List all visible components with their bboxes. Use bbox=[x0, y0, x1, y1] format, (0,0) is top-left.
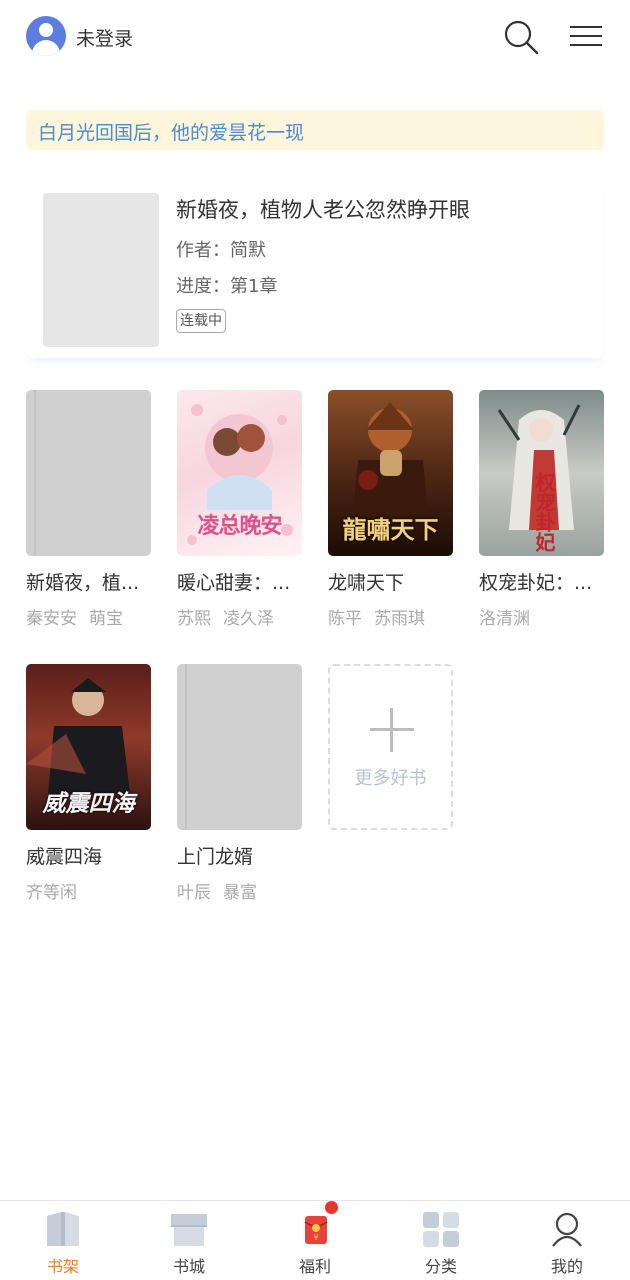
book-tag: 凌久泽 bbox=[223, 609, 274, 629]
recent-book-progress: 进度：第1章 bbox=[176, 276, 278, 297]
recent-book-author: 作者：简默 bbox=[176, 240, 266, 261]
book-title: 权宠卦妃：... bbox=[479, 572, 593, 594]
tab-mine[interactable]: 我的 bbox=[504, 1201, 630, 1280]
book-cover-title: 龍嘯天下 bbox=[342, 515, 439, 544]
announcement-banner[interactable]: 白月光回国后，他的爱昙花一现 bbox=[26, 110, 604, 150]
book-tag: 洛清渊 bbox=[479, 609, 530, 629]
book-tags: 洛清渊 bbox=[479, 604, 619, 629]
search-icon[interactable] bbox=[500, 16, 542, 58]
banner-text: 白月光回国后，他的爱昙花一现 bbox=[38, 122, 305, 144]
book-tags: 叶辰 暴富 bbox=[177, 878, 317, 903]
bookstore-icon bbox=[169, 1210, 209, 1248]
book-tag: 叶辰 bbox=[177, 883, 211, 903]
book-cover-image: 凌总晚安 bbox=[177, 390, 302, 556]
book-cover-placeholder bbox=[26, 390, 151, 556]
more-books-label: 更多好书 bbox=[354, 768, 427, 789]
book-tag: 苏熙 bbox=[177, 609, 211, 629]
book-tags: 陈平 苏雨琪 bbox=[328, 604, 468, 629]
tab-welfare[interactable]: ¥ 福利 bbox=[252, 1201, 378, 1280]
recent-reading-card[interactable]: 新婚夜，植物人老公忽然睁开眼 作者：简默 进度：第1章 连载中 bbox=[26, 174, 604, 358]
book-cover-title: 凌总晚安 bbox=[197, 513, 282, 539]
tab-bookshelf[interactable]: 书架 bbox=[0, 1201, 126, 1280]
bottom-tab-bar: 书架 书城 ¥ 福利 分类 我的 bbox=[0, 1200, 630, 1280]
book-tags: 齐等闲 bbox=[26, 878, 166, 903]
book-cover-image: 龍嘯天下 bbox=[328, 390, 453, 556]
tab-label: 分类 bbox=[424, 1257, 457, 1276]
book-title: 威震四海 bbox=[26, 846, 103, 868]
book-tag: 陈平 bbox=[328, 609, 362, 629]
book-cover-title: 威震四海 bbox=[42, 790, 135, 817]
recent-book-title: 新婚夜，植物人老公忽然睁开眼 bbox=[176, 198, 470, 222]
avatar-head bbox=[39, 23, 53, 37]
book-tag: 秦安安 bbox=[26, 609, 77, 629]
book-title: 新婚夜，植... bbox=[26, 572, 140, 594]
book-cover-title: 权宠卦妃 bbox=[532, 472, 556, 552]
profile-icon bbox=[547, 1210, 587, 1248]
svg-text:¥: ¥ bbox=[313, 1233, 318, 1242]
book-cover-image: 权宠卦妃 bbox=[479, 390, 604, 556]
book-tag: 暴富 bbox=[223, 883, 257, 903]
top-header: 未登录 bbox=[0, 0, 630, 76]
book-title: 暖心甜妻：... bbox=[177, 572, 291, 594]
category-grid-icon bbox=[421, 1210, 461, 1248]
book-cover-image: 威震四海 bbox=[26, 664, 151, 830]
user-avatar-icon[interactable] bbox=[26, 16, 66, 56]
book-tags: 苏熙 凌久泽 bbox=[177, 604, 317, 629]
tab-label: 书城 bbox=[172, 1257, 205, 1276]
book-tag: 齐等闲 bbox=[26, 883, 77, 903]
login-status-text[interactable]: 未登录 bbox=[76, 24, 133, 51]
book-tag: 萌宝 bbox=[89, 609, 123, 629]
notification-badge-dot bbox=[325, 1201, 338, 1214]
tab-label: 书架 bbox=[46, 1257, 79, 1276]
tab-bookstore[interactable]: 书城 bbox=[126, 1201, 252, 1280]
book-title: 龙啸天下 bbox=[328, 572, 405, 594]
book-tag: 苏雨琪 bbox=[374, 609, 425, 629]
tab-category[interactable]: 分类 bbox=[378, 1201, 504, 1280]
hamburger-menu-icon[interactable] bbox=[566, 20, 606, 52]
red-envelope-icon: ¥ bbox=[295, 1210, 335, 1248]
status-badge: 连载中 bbox=[176, 309, 226, 333]
tab-label: 福利 bbox=[298, 1257, 331, 1276]
tab-label: 我的 bbox=[550, 1257, 583, 1276]
avatar-body bbox=[32, 40, 60, 56]
book-title: 上门龙婿 bbox=[177, 846, 254, 868]
book-tags: 秦安安 萌宝 bbox=[26, 604, 166, 629]
book-cover-placeholder bbox=[177, 664, 302, 830]
plus-icon-vertical bbox=[390, 708, 393, 752]
recent-book-cover bbox=[43, 193, 159, 347]
bookshelf-icon bbox=[43, 1210, 83, 1248]
more-books-button[interactable]: 更多好书 bbox=[328, 664, 453, 830]
